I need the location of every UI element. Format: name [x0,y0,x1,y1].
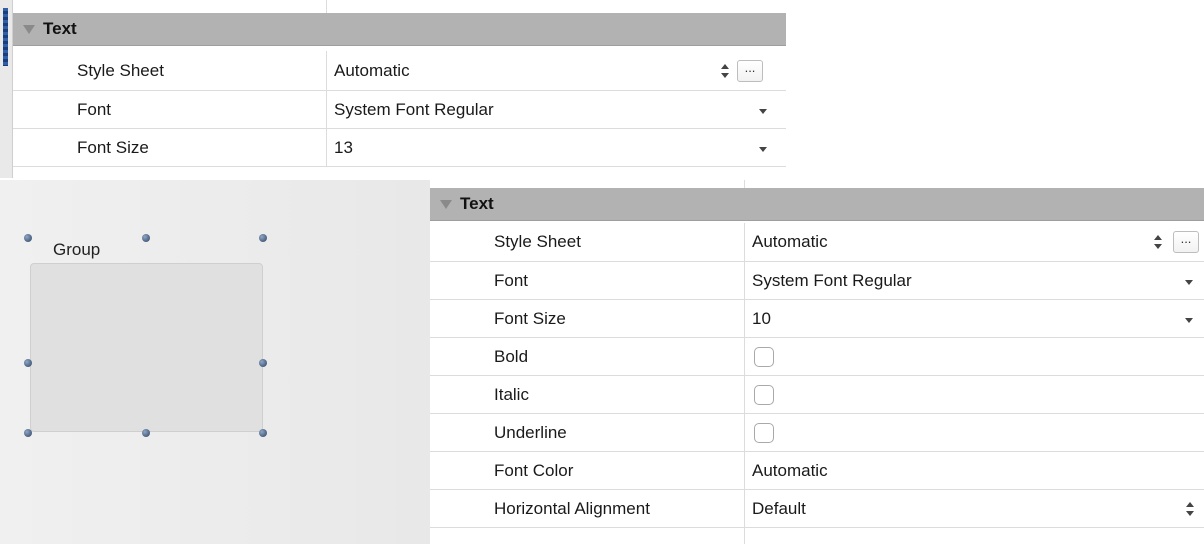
column-divider [326,0,327,13]
font-size-value[interactable]: 10 [752,300,771,337]
property-label: Font [77,99,112,119]
column-divider [744,452,745,490]
property-label: Horizontal Alignment [494,498,650,518]
column-divider [326,129,327,167]
resize-handle-bottom-left[interactable] [24,429,32,437]
property-row-bold: Bold [430,338,1204,376]
column-divider [744,262,745,300]
property-label: Style Sheet [494,232,581,251]
font-value[interactable]: System Font Regular [752,262,912,299]
column-divider [744,300,745,338]
property-label: Style Sheet [77,60,164,80]
property-label: Bold [494,346,529,366]
column-divider [744,414,745,452]
property-label: Underline [494,422,567,442]
section-title: Text [43,19,77,38]
selection-indicator-bar [3,8,8,66]
dropdown-arrow-icon[interactable] [759,147,767,152]
disclosure-triangle-icon[interactable] [440,199,452,209]
stepper-icon[interactable] [1153,233,1163,251]
text-section-header[interactable]: Text [13,13,786,46]
style-sheet-value[interactable]: Automatic [752,223,828,261]
italic-checkbox[interactable] [754,385,774,405]
underline-checkbox[interactable] [754,423,774,443]
section-title: Text [460,194,494,213]
property-row-font-size: Font Size 13 [13,129,786,167]
property-row-underline: Underline [430,414,1204,452]
column-divider [744,376,745,414]
property-row-font: Font System Font Regular [430,262,1204,300]
dropdown-arrow-icon[interactable] [1185,280,1193,285]
group-label: Group [53,240,101,259]
stepper-icon[interactable] [720,62,730,80]
column-divider [744,180,745,188]
bottom-inspector-panel: Text Style Sheet Automatic ... Font Syst… [430,180,1204,544]
resize-handle-middle-left[interactable] [24,359,32,367]
font-color-value[interactable]: Automatic [752,452,828,489]
property-row-style-sheet: Style Sheet Automatic ... [430,223,1204,262]
column-divider [744,338,745,376]
property-row-font-color: Font Color Automatic [430,452,1204,490]
column-divider [326,51,327,91]
column-divider [744,528,745,544]
property-row-style-sheet: Style Sheet Automatic ... [13,51,786,91]
property-row-font: Font System Font Regular [13,91,786,129]
column-divider [744,490,745,528]
resize-handle-top-center[interactable] [142,234,150,242]
font-value[interactable]: System Font Regular [334,91,494,128]
resize-handle-bottom-right[interactable] [259,429,267,437]
property-label: Font Color [494,460,574,480]
disclosure-triangle-icon[interactable] [23,24,35,34]
property-row-horizontal-alignment: Horizontal Alignment Default [430,490,1204,528]
resize-handle-top-right[interactable] [259,234,267,242]
style-sheet-ellipsis-button[interactable]: ... [1173,231,1199,253]
bold-checkbox[interactable] [754,347,774,367]
property-label: Font [494,270,529,290]
horizontal-alignment-value[interactable]: Default [752,490,806,527]
property-label: Italic [494,384,529,404]
dropdown-arrow-icon[interactable] [759,109,767,114]
column-divider [744,223,745,262]
resize-handle-bottom-center[interactable] [142,429,150,437]
style-sheet-ellipsis-button[interactable]: ... [737,60,763,82]
column-divider [326,91,327,129]
property-label: Font Size [494,308,566,328]
dropdown-arrow-icon[interactable] [1185,318,1193,323]
font-size-value[interactable]: 13 [334,129,353,166]
style-sheet-value[interactable]: Automatic [334,51,410,90]
resize-handle-top-left[interactable] [24,234,32,242]
stepper-icon[interactable] [1185,500,1195,518]
group-element[interactable] [30,263,263,432]
property-label: Font Size [77,137,149,157]
text-section-header[interactable]: Text [430,188,1204,221]
top-inspector-panel: Text Style Sheet Automatic ... Font Syst… [0,0,786,178]
resize-handle-middle-right[interactable] [259,359,267,367]
property-row-italic: Italic [430,376,1204,414]
property-row-font-size: Font Size 10 [430,300,1204,338]
